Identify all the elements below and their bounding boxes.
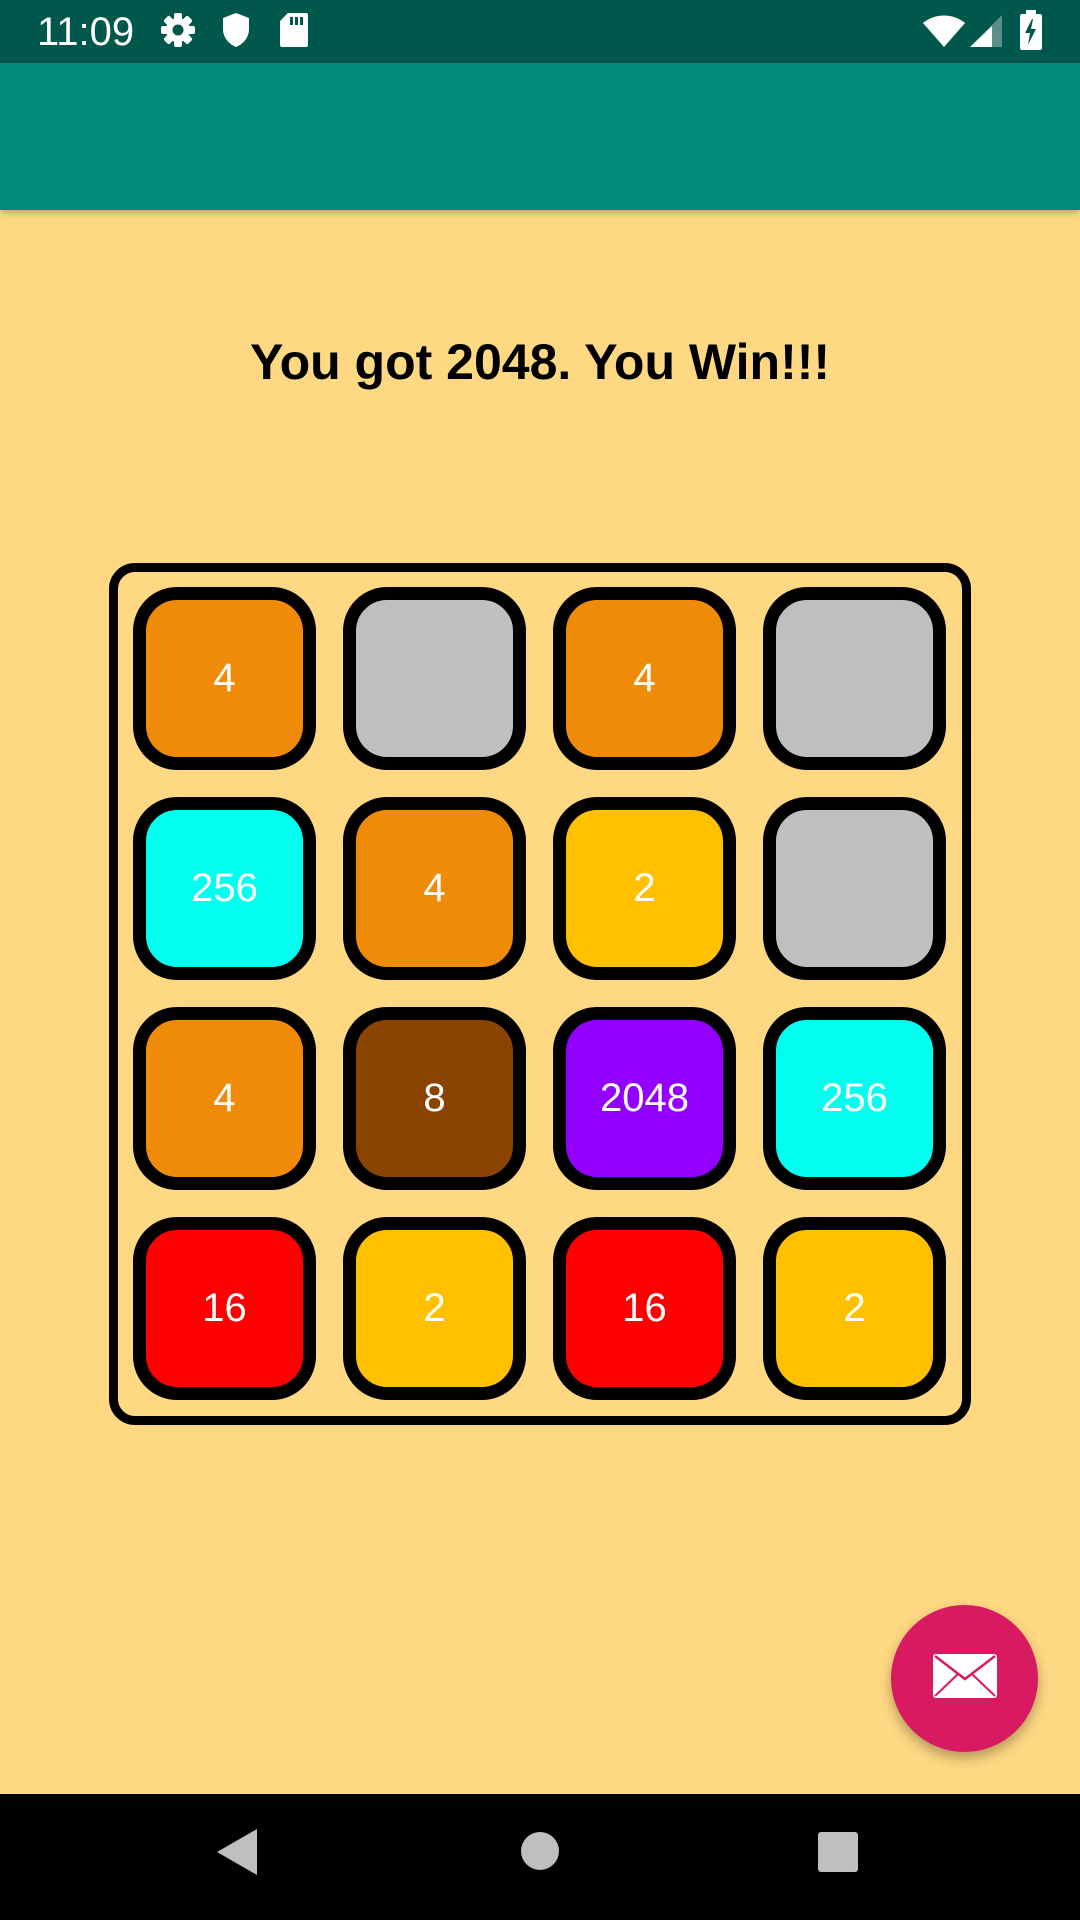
home-icon[interactable] — [520, 1831, 560, 1871]
tile-r4-c3: 16 — [553, 1217, 736, 1400]
tile-value: 4 — [423, 866, 446, 910]
mail-icon — [932, 1653, 998, 1704]
shield-icon — [221, 12, 251, 48]
tile-value: 4 — [633, 656, 656, 700]
tile-value: 4 — [213, 1076, 236, 1120]
tile-r2-c3: 2 — [553, 797, 736, 980]
tile-value: 2 — [633, 866, 656, 910]
status-bar: 11:09 — [0, 0, 1080, 63]
tile-r4-c2: 2 — [343, 1217, 526, 1400]
tile-r1-c1: 4 — [133, 587, 316, 770]
app-bar — [0, 63, 1080, 210]
win-message: You got 2048. You Win!!! — [249, 334, 831, 390]
game-board[interactable]: 4 4 256 4 2 4 8 2048 256 16 2 16 2 — [109, 563, 971, 1425]
recents-icon[interactable] — [818, 1832, 858, 1872]
back-icon[interactable] — [215, 1827, 259, 1877]
mail-fab-button[interactable] — [891, 1605, 1038, 1752]
status-time: 11:09 — [37, 10, 135, 54]
tile-r4-c1: 16 — [133, 1217, 316, 1400]
tile-r2-c2: 4 — [343, 797, 526, 980]
tile-value: 4 — [213, 656, 236, 700]
tile-r1-c3: 4 — [553, 587, 736, 770]
tile-value: 16 — [202, 1286, 247, 1330]
tile-r3-c3: 2048 — [553, 1007, 736, 1190]
tile-r3-c2: 8 — [343, 1007, 526, 1190]
tile-r2-c4 — [763, 797, 946, 980]
tile-r1-c2 — [343, 587, 526, 770]
tile-value: 256 — [191, 866, 258, 910]
navigation-bar — [0, 1794, 1080, 1920]
tile-value: 2 — [423, 1286, 446, 1330]
battery-charging-icon — [1019, 10, 1043, 50]
tile-value: 256 — [821, 1076, 888, 1120]
tile-value: 8 — [423, 1076, 446, 1120]
tile-r2-c1: 256 — [133, 797, 316, 980]
tile-value: 16 — [622, 1286, 667, 1330]
cell-signal-icon — [968, 14, 1004, 48]
tile-r3-c4: 256 — [763, 1007, 946, 1190]
tile-value: 2 — [843, 1286, 866, 1330]
tile-r1-c4 — [763, 587, 946, 770]
tile-r3-c1: 4 — [133, 1007, 316, 1190]
wifi-icon — [922, 14, 966, 48]
sd-card-icon — [279, 12, 309, 48]
tile-value: 2048 — [600, 1076, 689, 1120]
gear-icon — [160, 12, 196, 48]
tile-r4-c4: 2 — [763, 1217, 946, 1400]
